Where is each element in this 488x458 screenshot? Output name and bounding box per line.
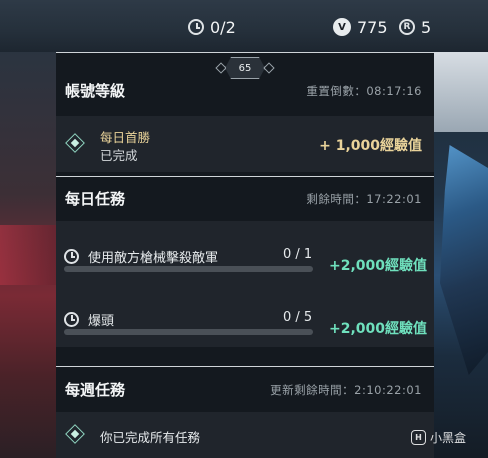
first-win-reward: + 1,000經驗值 xyxy=(319,138,422,154)
mission-reward: +2,000經驗值 xyxy=(328,258,427,274)
watermark: H 小黑盒 xyxy=(411,429,466,446)
clock-icon xyxy=(64,312,79,327)
clock-icon xyxy=(64,249,79,264)
mission-progress-bar xyxy=(64,266,313,272)
progress-panel: 65 帳號等級 重置倒數：08:17:16 每日首勝 已完成 + 1,000經驗… xyxy=(56,52,434,458)
badge-wing-left xyxy=(215,62,227,74)
account-level-value: 65 xyxy=(225,57,265,79)
section-divider-weekly xyxy=(56,366,434,367)
mission-progress-count: 0 / 5 xyxy=(283,310,313,325)
daily-time-remaining: 剩餘時間：17:22:01 xyxy=(306,192,422,206)
mission-reward: +2,000經驗值 xyxy=(328,321,427,337)
radianite-points-icon: R xyxy=(399,19,415,35)
mission-label: 使用敵方槍械擊殺敵軍 xyxy=(88,251,219,266)
missions-counter[interactable]: 0/2 xyxy=(188,14,236,40)
section-divider-daily xyxy=(56,176,434,177)
clock-icon xyxy=(188,19,204,35)
background-right-sky xyxy=(434,52,488,132)
diamond-icon xyxy=(65,424,85,444)
daily-mission-2[interactable]: 爆頭 0 / 5 +2,000經驗值 xyxy=(64,310,427,360)
currency-bar: 0/2 V 775 R 5 xyxy=(0,14,488,40)
mission-label: 爆頭 xyxy=(88,314,115,329)
account-reset-countdown: 重置倒數：08:17:16 xyxy=(306,84,422,98)
weekly-time-remaining: 更新剩餘時間：2:10:22:01 xyxy=(270,383,422,397)
weekly-missions-title: 每週任務 xyxy=(65,381,126,399)
radianite-currency[interactable]: R 5 xyxy=(399,14,431,40)
account-level-title: 帳號等級 xyxy=(65,82,126,100)
first-win-row: 每日首勝 已完成 + 1,000經驗值 xyxy=(56,116,434,172)
account-level-badge: 65 xyxy=(215,57,275,79)
watermark-logo-icon: H xyxy=(411,430,426,445)
first-win-status: 已完成 xyxy=(100,148,138,163)
vp-value: 775 xyxy=(357,17,388,37)
missions-counter-value: 0/2 xyxy=(210,17,236,37)
panel-top-divider xyxy=(56,52,434,53)
badge-wing-right xyxy=(263,62,275,74)
mission-progress-bar xyxy=(64,329,313,335)
daily-mission-1[interactable]: 使用敵方槍械擊殺敵軍 0 / 1 +2,000經驗值 xyxy=(64,247,427,297)
diamond-icon xyxy=(65,133,85,153)
weekly-status-text: 你已完成所有任務 xyxy=(100,430,201,445)
watermark-text: 小黑盒 xyxy=(430,431,467,445)
daily-missions-title: 每日任務 xyxy=(65,190,126,208)
first-win-name: 每日首勝 xyxy=(100,130,151,145)
valorant-points-icon: V xyxy=(333,18,351,36)
mission-progress-count: 0 / 1 xyxy=(283,247,313,262)
vp-currency[interactable]: V 775 xyxy=(333,14,388,40)
weekly-status-row: 你已完成所有任務 xyxy=(56,412,434,458)
radianite-value: 5 xyxy=(421,17,432,37)
background-left-red-accent xyxy=(0,225,56,285)
daily-missions-band: 使用敵方槍械擊殺敵軍 0 / 1 +2,000經驗值 爆頭 0 / 5 +2,0… xyxy=(56,221,434,347)
